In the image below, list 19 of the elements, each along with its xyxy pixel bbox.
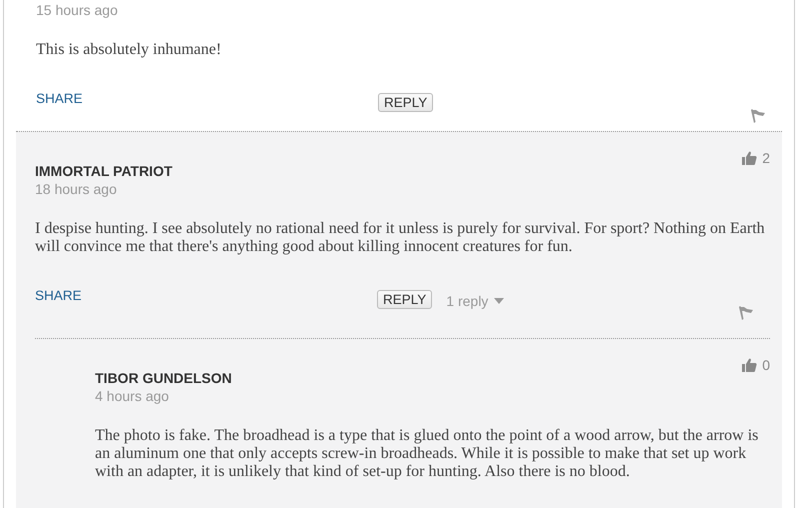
timestamp: 4 hours ago	[95, 387, 170, 405]
flag-icon[interactable]	[738, 306, 754, 320]
share-link[interactable]: SHARE	[36, 83, 378, 106]
like-count: 2	[762, 150, 770, 166]
timestamp: 15 hours ago	[36, 1, 118, 19]
reply-button[interactable]: REPLY	[378, 93, 434, 112]
share-link[interactable]: SHARE	[35, 280, 377, 303]
author-name: IMMORTAL PATRIOT	[35, 162, 172, 180]
comment-text: The photo is fake. The broadhead is a type that is glued onto the point of a wood arrow, but the arrow is an aluminum one that only accepts screw-in broadheads. While it is possible to make that set up work with an adapter, it is unlikely that kind of set-up for hunting. Also there is no blood.	[95, 427, 760, 481]
author-name: TIBOR GUNDELSON	[95, 369, 232, 387]
comment-text: This is absolutely inhumane!	[36, 41, 222, 59]
thumbs-up-icon[interactable]	[742, 151, 758, 165]
caret-icon[interactable]	[494, 298, 504, 304]
flag-icon[interactable]	[750, 109, 766, 123]
like-count: 0	[762, 357, 770, 373]
timestamp: 18 hours ago	[35, 180, 118, 198]
comment-text: I despise hunting. I see absolutely no rational need for it unless is purely for survival. For sport? Nothing on Earth will convince me that there's anything good about killing innocent creatures for fun.	[35, 220, 766, 256]
thumbs-up-icon[interactable]	[742, 358, 758, 372]
reply-button[interactable]: REPLY	[377, 290, 432, 309]
